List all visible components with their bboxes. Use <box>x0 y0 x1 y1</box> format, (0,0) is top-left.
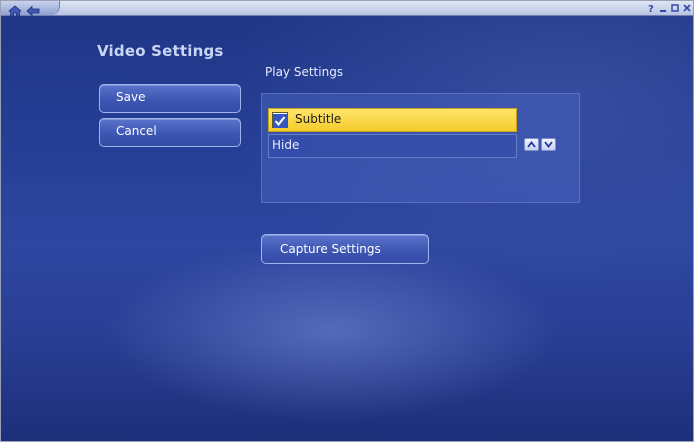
close-icon[interactable] <box>683 3 691 13</box>
subtitle-checkbox[interactable] <box>272 112 288 128</box>
subtitle-value: Hide <box>272 138 300 152</box>
chevron-up-icon[interactable] <box>524 138 539 151</box>
title-bar: ? <box>1 1 693 17</box>
window-controls: ? <box>647 1 691 15</box>
play-settings-panel: Subtitle Hide <box>261 93 580 203</box>
nav-cluster <box>1 1 60 17</box>
media-center-window: ? Video Settings Save Cancel Play Settin… <box>0 0 694 442</box>
subtitle-value-field: Hide <box>268 134 517 158</box>
help-icon[interactable]: ? <box>647 3 655 13</box>
subtitle-label: Subtitle <box>295 112 342 126</box>
play-settings-label: Play Settings <box>265 65 344 79</box>
capture-settings-button[interactable]: Capture Settings <box>261 234 429 264</box>
svg-text:?: ? <box>648 4 654 13</box>
minimize-icon[interactable] <box>659 3 667 13</box>
restore-icon[interactable] <box>671 3 679 13</box>
page-title: Video Settings <box>97 42 224 60</box>
back-arrow-icon[interactable] <box>26 2 40 17</box>
subtitle-option[interactable]: Subtitle <box>268 108 517 132</box>
cancel-button[interactable]: Cancel <box>99 118 241 147</box>
home-icon[interactable] <box>7 2 23 17</box>
save-button[interactable]: Save <box>99 84 241 113</box>
chevron-down-icon[interactable] <box>541 138 556 151</box>
